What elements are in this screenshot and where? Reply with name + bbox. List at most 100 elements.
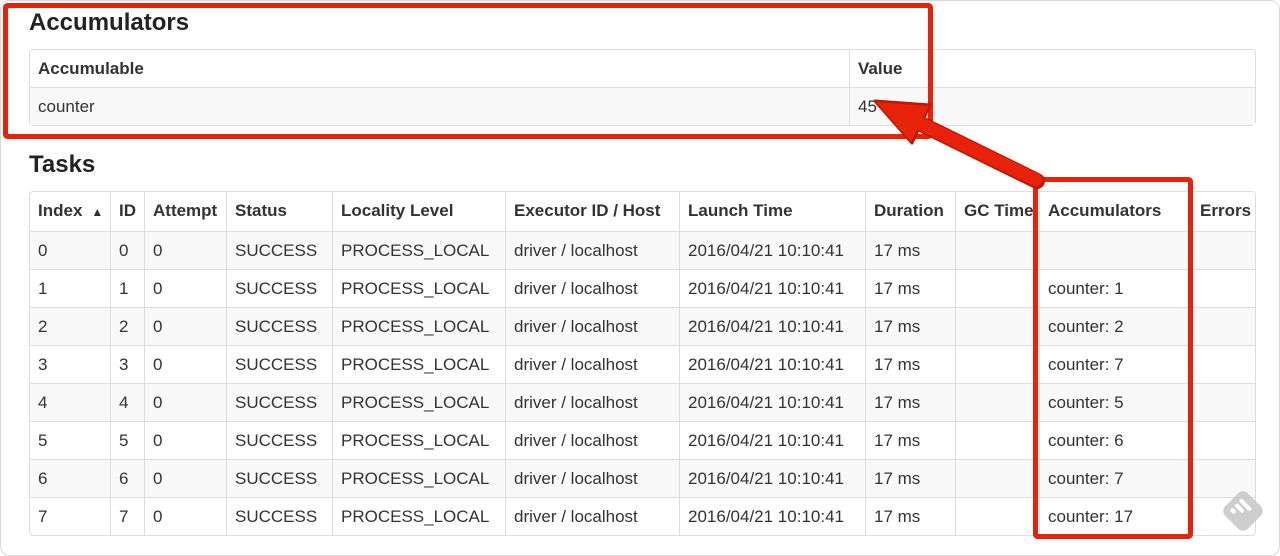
table-cell: 0 (144, 307, 226, 345)
column-header-id[interactable]: ID (110, 192, 144, 231)
table-cell: counter: 17 (1039, 497, 1191, 535)
table-cell (1191, 421, 1255, 459)
table-cell (955, 231, 1039, 269)
column-header-errors[interactable]: Errors (1191, 192, 1255, 231)
table-cell: 2 (30, 307, 110, 345)
table-row: 0 0 0 SUCCESS PROCESS_LOCAL driver / localhos… (30, 231, 1255, 269)
table-cell: 2016/04/21 10:10:41 (679, 345, 865, 383)
column-header-status[interactable]: Status (226, 192, 332, 231)
column-header-label: Executor ID / Host (514, 201, 661, 220)
table-cell: 3 (110, 345, 144, 383)
table-cell (955, 307, 1039, 345)
table-cell: 2016/04/21 10:10:41 (679, 231, 865, 269)
table-row: 1 1 0 SUCCESS PROCESS_LOCAL driver / localhos… (30, 269, 1255, 307)
table-cell: driver / localhost (505, 269, 679, 307)
table-cell: SUCCESS (226, 307, 332, 345)
tasks-header-row: Index ▲ ID Attempt Status Locality Level Execu… (30, 192, 1255, 231)
column-header-attempt[interactable]: Attempt (144, 192, 226, 231)
table-cell: SUCCESS (226, 345, 332, 383)
table-row: 3 3 0 SUCCESS PROCESS_LOCAL driver / localhos… (30, 345, 1255, 383)
column-header-locality-level[interactable]: Locality Level (332, 192, 505, 231)
accumulators-table-body: counter 45 (30, 87, 1255, 125)
table-cell: 0 (144, 269, 226, 307)
table-cell: 2016/04/21 10:10:41 (679, 459, 865, 497)
column-header-label: Attempt (153, 201, 218, 220)
table-cell: 17 ms (865, 231, 955, 269)
table-cell: SUCCESS (226, 497, 332, 535)
table-cell: 3 (30, 345, 110, 383)
table-cell: counter (30, 87, 849, 125)
table-cell (955, 497, 1039, 535)
tasks-table: Index ▲ ID Attempt Status Locality Level Execu… (29, 191, 1256, 536)
table-cell: 7 (30, 497, 110, 535)
table-cell: SUCCESS (226, 231, 332, 269)
tasks-section-title: Tasks (29, 151, 96, 178)
column-header-label: GC Time (964, 201, 1034, 220)
table-cell: 17 ms (865, 459, 955, 497)
table-cell (955, 421, 1039, 459)
table-cell: 17 ms (865, 497, 955, 535)
column-header-label: Value (858, 59, 903, 78)
table-row: 5 5 0 SUCCESS PROCESS_LOCAL driver / localhos… (30, 421, 1255, 459)
table-cell: counter: 1 (1039, 269, 1191, 307)
table-cell (1191, 345, 1255, 383)
table-cell (1191, 497, 1255, 535)
table-row: 2 2 0 SUCCESS PROCESS_LOCAL driver / localhos… (30, 307, 1255, 345)
column-header-label: Accumulable (38, 59, 144, 78)
column-header-launch-time[interactable]: Launch Time (679, 192, 865, 231)
column-header-label: Errors (1200, 201, 1252, 220)
column-header-label: Index (38, 201, 83, 220)
table-cell (1191, 307, 1255, 345)
table-cell: counter: 7 (1039, 459, 1191, 497)
table-row: 4 4 0 SUCCESS PROCESS_LOCAL driver / localhos… (30, 383, 1255, 421)
table-cell: PROCESS_LOCAL (332, 345, 505, 383)
column-header-gc-time[interactable]: GC Time (955, 192, 1039, 231)
table-cell: SUCCESS (226, 459, 332, 497)
column-header-label: Accumulators (1048, 201, 1162, 220)
accumulators-header-row: Accumulable Value (30, 50, 1255, 87)
column-header-value[interactable]: Value (849, 50, 1255, 87)
table-cell: 2016/04/21 10:10:41 (679, 269, 865, 307)
table-cell: driver / localhost (505, 307, 679, 345)
table-cell: 0 (144, 421, 226, 459)
table-cell: 0 (144, 345, 226, 383)
table-cell: PROCESS_LOCAL (332, 307, 505, 345)
table-cell: counter: 5 (1039, 383, 1191, 421)
table-cell: 6 (30, 459, 110, 497)
table-cell (1191, 383, 1255, 421)
table-cell (955, 383, 1039, 421)
table-cell (955, 459, 1039, 497)
accumulators-section-title: Accumulators (29, 9, 190, 36)
column-header-label: ID (119, 201, 136, 220)
column-header-label: Status (235, 201, 287, 220)
table-cell: 0 (30, 231, 110, 269)
table-cell: 17 ms (865, 307, 955, 345)
table-cell (1191, 231, 1255, 269)
table-cell: driver / localhost (505, 231, 679, 269)
table-cell: 2016/04/21 10:10:41 (679, 421, 865, 459)
table-cell: driver / localhost (505, 345, 679, 383)
table-cell (1039, 231, 1191, 269)
table-cell (955, 269, 1039, 307)
table-cell: PROCESS_LOCAL (332, 231, 505, 269)
table-cell: 0 (144, 231, 226, 269)
table-cell: 5 (110, 421, 144, 459)
column-header-accumulable[interactable]: Accumulable (30, 50, 849, 87)
table-cell: counter: 7 (1039, 345, 1191, 383)
table-cell: PROCESS_LOCAL (332, 459, 505, 497)
table-cell: 5 (30, 421, 110, 459)
table-cell: 2016/04/21 10:10:41 (679, 307, 865, 345)
table-cell: 2016/04/21 10:10:41 (679, 497, 865, 535)
column-header-index[interactable]: Index ▲ (30, 192, 110, 231)
table-cell: driver / localhost (505, 421, 679, 459)
table-cell: driver / localhost (505, 497, 679, 535)
table-cell (955, 345, 1039, 383)
table-cell: driver / localhost (505, 383, 679, 421)
column-header-accumulators[interactable]: Accumulators (1039, 192, 1191, 231)
table-cell: 2016/04/21 10:10:41 (679, 383, 865, 421)
column-header-duration[interactable]: Duration (865, 192, 955, 231)
table-cell: 0 (144, 383, 226, 421)
column-header-label: Launch Time (688, 201, 793, 220)
table-cell: PROCESS_LOCAL (332, 383, 505, 421)
column-header-executor-id-host[interactable]: Executor ID / Host (505, 192, 679, 231)
